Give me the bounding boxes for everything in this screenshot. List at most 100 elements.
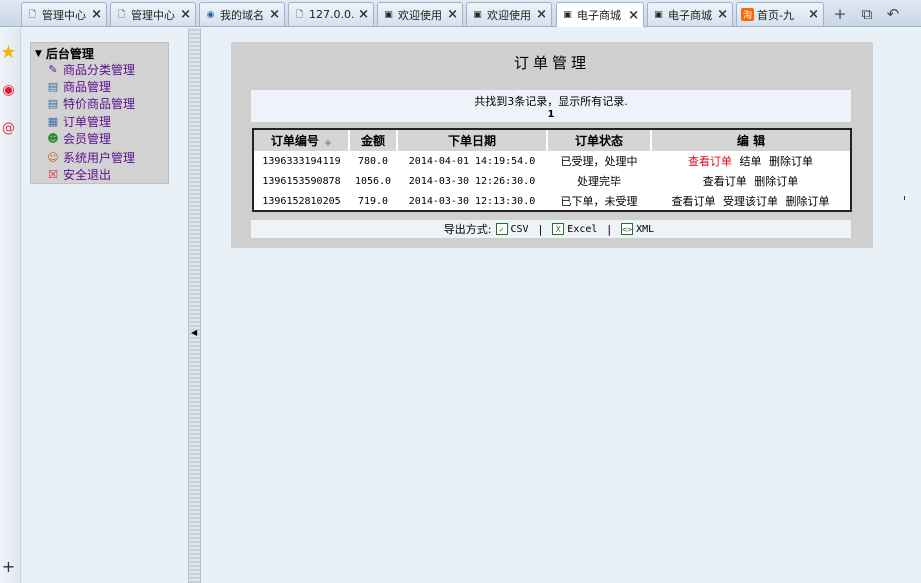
column-header-edit: 编 辑 [651, 130, 850, 151]
tab-9[interactable]: 淘 首页-九 × [736, 2, 824, 26]
right-scroll-area [905, 28, 921, 583]
order-panel: 订单管理 共找到3条记录，显示所有记录. 1 订单编号 ◆ 金额 下单日期 订单状… [231, 42, 873, 248]
page-icon: 🗋 [117, 9, 126, 20]
close-icon[interactable]: × [536, 7, 547, 22]
taobao-icon: 淘 [741, 8, 754, 21]
weibo-icon[interactable]: ◉ [0, 78, 17, 102]
table-row: 1396152810205 719.0 2014-03-30 12:13:30.… [254, 191, 850, 211]
table-row: 1396153590878 1056.0 2014-03-30 12:26:30… [254, 171, 850, 191]
sidebar-item-products[interactable]: ▤ 商品管理 [45, 78, 111, 95]
exit-icon: ☒ [48, 168, 58, 181]
image-icon: ▣ [384, 9, 393, 20]
export-excel-button[interactable]: X Excel [552, 223, 597, 235]
column-label: 编 辑 [736, 134, 766, 148]
column-header-amount: 金额 [349, 130, 398, 151]
order-amount: 780.0 [357, 155, 389, 167]
image-icon: ▣ [654, 9, 663, 20]
undo-close-icon[interactable]: ↶ [882, 3, 904, 24]
sort-icon: ◆ [324, 138, 332, 147]
page-title: 订单管理 [513, 54, 590, 72]
excel-icon: X [552, 223, 565, 235]
tab-3[interactable]: ◉ 我的域名 × [199, 2, 285, 26]
tab-6[interactable]: ▣ 欢迎使用 × [466, 2, 552, 26]
column-label: 订单编号 [270, 134, 319, 148]
image-icon: ▣ [563, 10, 572, 20]
delete-order-link[interactable]: 删除订单 [754, 175, 798, 188]
order-id: 1396152810205 [262, 195, 341, 207]
order-date: 2014-04-01 14:19:54.0 [408, 155, 536, 167]
sidebar-item-logout[interactable]: ☒ 安全退出 [45, 166, 111, 183]
export-csv-button[interactable]: ✓ CSV [495, 223, 529, 235]
column-header-order-id[interactable]: 订单编号 ◆ [254, 130, 350, 151]
tab-8[interactable]: ▣ 电子商城 × [647, 2, 733, 26]
column-label: 金额 [360, 134, 385, 148]
order-actions: 查看订单 受理该订单 删除订单 [651, 191, 850, 211]
members-icon: ☻ [47, 132, 59, 145]
frame-splitter[interactable]: ◀ [188, 28, 201, 583]
csv-icon: ✓ [495, 223, 508, 235]
tab-7-active[interactable]: ▣ 电子商城 × [556, 2, 644, 27]
close-icon[interactable]: × [91, 7, 102, 22]
user-icon: ☺ [47, 151, 59, 164]
close-icon[interactable]: × [180, 7, 191, 22]
sidebar-item-label: 特价商品管理 [63, 97, 136, 111]
tab-list-icon[interactable]: ⧉ [856, 3, 878, 24]
sidebar-item-orders[interactable]: ▦ 订单管理 [45, 113, 111, 130]
tab-4[interactable]: 🗋 127.0.0. × [288, 2, 374, 26]
close-icon[interactable]: × [808, 7, 819, 22]
delete-order-link[interactable]: 删除订单 [786, 195, 830, 208]
order-status: 处理完毕 [577, 175, 621, 188]
orders-table: 订单编号 ◆ 金额 下单日期 订单状态 编 辑 1396333194119 780… [252, 128, 852, 212]
export-bar: 导出方式: ✓ CSV | X Excel | <> XML [251, 220, 851, 238]
menu-title[interactable]: ▼ 后台管理 [35, 45, 94, 62]
close-order-link[interactable]: 结单 [740, 155, 762, 168]
sidebar-item-category[interactable]: ✎ 商品分类管理 [45, 61, 135, 78]
tab-scroll-left-button[interactable]: ▏ [0, 3, 14, 24]
sale-icon: ▤ [47, 97, 59, 110]
export-option-label: Excel [567, 223, 598, 235]
triangle-down-icon: ▼ [35, 48, 42, 59]
export-xml-button[interactable]: <> XML [621, 223, 654, 235]
delete-order-link[interactable]: 删除订单 [769, 155, 813, 168]
view-order-link[interactable]: 查看订单 [703, 175, 747, 188]
accept-order-link[interactable]: 受理该订单 [723, 195, 778, 208]
close-icon[interactable]: × [717, 7, 728, 22]
sidebar-item-members[interactable]: ☻ 会员管理 [45, 130, 111, 147]
close-icon[interactable]: × [447, 7, 458, 22]
summary-text: 共找到3条记录，显示所有记录. [474, 95, 628, 108]
category-icon: ✎ [48, 63, 58, 76]
view-order-link[interactable]: 查看订单 [672, 195, 716, 208]
tab-label: 电子商城 [668, 8, 712, 22]
sidebar-item-sale-products[interactable]: ▤ 特价商品管理 [45, 95, 135, 112]
new-tab-button[interactable]: + [829, 3, 851, 24]
tab-label: 欢迎使用 [487, 8, 531, 22]
globe-icon: ◉ [206, 9, 215, 20]
xml-icon: <> [621, 223, 634, 235]
product-icon: ▤ [47, 80, 59, 93]
mail-icon[interactable]: @ [0, 116, 17, 140]
close-icon[interactable]: × [358, 7, 369, 22]
tab-1[interactable]: 🗋 管理中心 × [21, 2, 107, 26]
tab-5[interactable]: ▣ 欢迎使用 × [377, 2, 463, 26]
divider: | [607, 222, 612, 236]
column-label: 下单日期 [447, 134, 496, 148]
menu-title-label: 后台管理 [45, 47, 94, 61]
close-icon[interactable]: × [269, 7, 280, 22]
page-icon: 🗋 [28, 9, 37, 20]
order-actions: 查看订单 结单 删除订单 [651, 151, 850, 171]
column-label: 订单状态 [574, 134, 623, 148]
close-icon[interactable]: × [628, 8, 639, 23]
export-option-label: CSV [510, 223, 529, 235]
view-order-link[interactable]: 查看订单 [688, 155, 732, 168]
page-number[interactable]: 1 [251, 109, 851, 120]
image-icon: ▣ [473, 9, 482, 20]
tab-label: 首页-九 [757, 8, 794, 22]
sidebar-item-system-users[interactable]: ☺ 系统用户管理 [45, 149, 135, 166]
column-header-status: 订单状态 [547, 130, 652, 151]
page-icon: 🗋 [295, 9, 304, 20]
tab-2[interactable]: 🗋 管理中心 × [110, 2, 196, 26]
collapse-arrow-icon[interactable]: ◀ [191, 328, 197, 337]
favorites-star-icon[interactable]: ★ [0, 40, 17, 64]
add-icon[interactable]: + [0, 554, 17, 578]
order-id: 1396153590878 [262, 175, 341, 187]
